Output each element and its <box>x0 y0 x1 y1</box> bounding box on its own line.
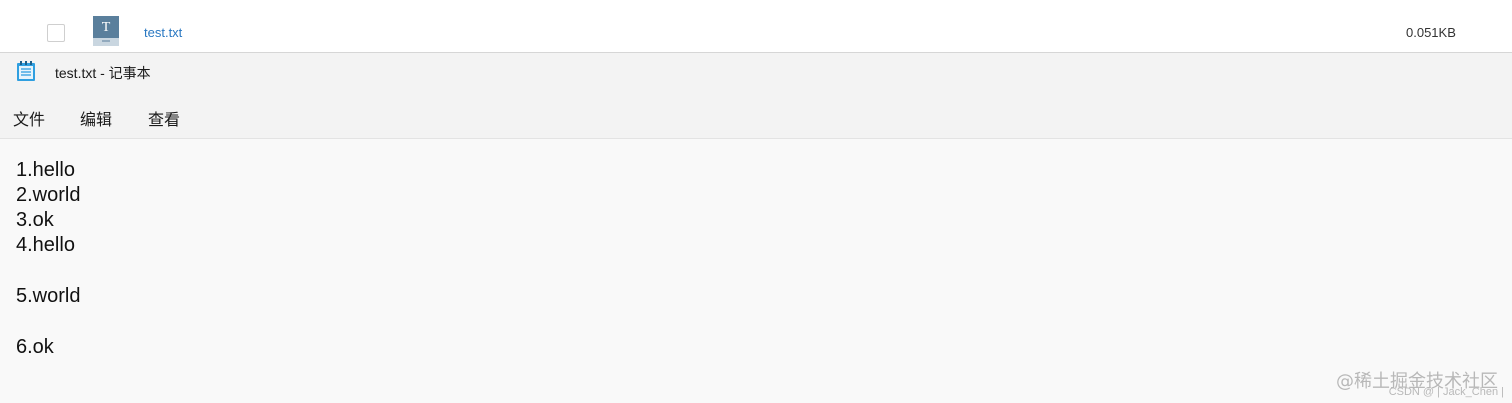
window-titlebar[interactable]: test.txt - 记事本 <box>0 53 1512 91</box>
menu-file[interactable]: 文件 <box>13 106 45 130</box>
menu-view[interactable]: 查看 <box>148 106 180 130</box>
editor-line: 3.ok <box>16 209 54 231</box>
watermark-secondary: CSDN @ | Jack_Chen | <box>1388 386 1504 398</box>
window-title: test.txt - 记事本 <box>55 65 151 81</box>
notepad-icon <box>16 60 36 82</box>
editor-line: 6.ok <box>16 336 54 358</box>
row-select-checkbox[interactable] <box>47 24 65 42</box>
file-name-link[interactable]: test.txt <box>144 25 182 40</box>
file-list-row[interactable]: T test.txt 0.051KB <box>0 0 1512 53</box>
editor-line: 4.hello <box>16 234 75 256</box>
menu-edit[interactable]: 编辑 <box>80 106 112 130</box>
menu-bar: 文件 编辑 查看 <box>0 91 1512 139</box>
svg-text:T: T <box>102 20 111 35</box>
text-editor[interactable]: 1.hello 2.world 3.ok 4.hello 5.world 6.o… <box>0 139 1512 403</box>
editor-line: 1.hello <box>16 159 75 181</box>
file-size: 0.051KB <box>1406 25 1456 40</box>
text-file-icon: T <box>93 16 119 46</box>
editor-line: 5.world <box>16 285 81 307</box>
editor-line: 2.world <box>16 184 81 206</box>
